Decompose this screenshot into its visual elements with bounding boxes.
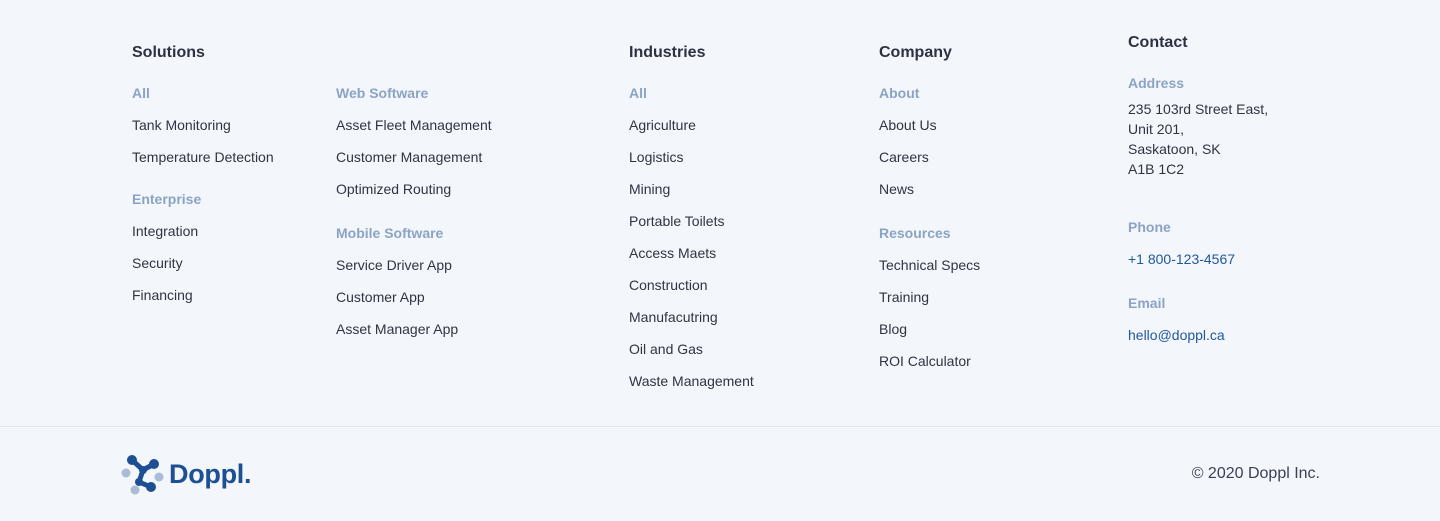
company-link-about-us[interactable]: About Us — [879, 116, 937, 134]
industries-link-access-maets[interactable]: Access Maets — [629, 244, 716, 262]
contact-address-line: Unit 201, — [1128, 121, 1185, 137]
solutions-link-customer-app[interactable]: Customer App — [336, 288, 425, 306]
solutions-heading: Solutions — [132, 44, 205, 61]
doppl-logo[interactable]: Doppl. — [121, 453, 251, 495]
industries-link-oil-and-gas[interactable]: Oil and Gas — [629, 340, 703, 358]
company-resources-label[interactable]: Resources — [879, 224, 951, 242]
doppl-logo-icon — [121, 455, 164, 495]
contact-phone-label: Phone — [1128, 219, 1171, 235]
company-heading: Company — [879, 44, 952, 61]
solutions-link-customer-management[interactable]: Customer Management — [336, 148, 482, 166]
solutions-web-software-label[interactable]: Web Software — [336, 84, 428, 102]
contact-email-link[interactable]: hello@doppl.ca — [1128, 326, 1225, 344]
contact-address-line: Saskatoon, SK — [1128, 141, 1221, 157]
solutions-link-asset-manager-app[interactable]: Asset Manager App — [336, 320, 458, 338]
solutions-enterprise-label[interactable]: Enterprise — [132, 190, 201, 208]
industries-link-mining[interactable]: Mining — [629, 180, 670, 198]
contact-address-label: Address — [1128, 75, 1185, 91]
solutions-link-asset-fleet-management[interactable]: Asset Fleet Management — [336, 116, 492, 134]
solutions-link-security[interactable]: Security — [132, 254, 183, 272]
contact-address-line: A1B 1C2 — [1128, 161, 1185, 177]
company-link-careers[interactable]: Careers — [879, 148, 929, 166]
solutions-all-label[interactable]: All — [132, 84, 150, 102]
solutions-link-financing[interactable]: Financing — [132, 286, 193, 304]
industries-heading: Industries — [629, 44, 706, 61]
solutions-link-optimized-routing[interactable]: Optimized Routing — [336, 180, 451, 198]
solutions-mobile-software-label[interactable]: Mobile Software — [336, 224, 443, 242]
industries-all-label[interactable]: All — [629, 84, 647, 102]
contact-email-label: Email — [1128, 295, 1166, 311]
solutions-link-service-driver-app[interactable]: Service Driver App — [336, 256, 452, 274]
industries-link-construction[interactable]: Construction — [629, 276, 708, 294]
solutions-link-integration[interactable]: Integration — [132, 222, 198, 240]
contact-address-line: 235 103rd Street East, — [1128, 101, 1269, 117]
copyright-text: © 2020 Doppl Inc. — [1191, 465, 1320, 482]
industries-link-logistics[interactable]: Logistics — [629, 148, 683, 166]
contact-phone-link[interactable]: +1 800-123-4567 — [1128, 250, 1235, 268]
company-link-technical-specs[interactable]: Technical Specs — [879, 256, 980, 274]
company-link-roi-calculator[interactable]: ROI Calculator — [879, 352, 971, 370]
industries-link-waste-management[interactable]: Waste Management — [629, 372, 754, 390]
industries-link-manufacturing[interactable]: Manufacutring — [629, 308, 718, 326]
company-link-blog[interactable]: Blog — [879, 320, 907, 338]
industries-link-portable-toilets[interactable]: Portable Toilets — [629, 212, 724, 230]
solutions-link-temperature-detection[interactable]: Temperature Detection — [132, 148, 274, 166]
contact-heading: Contact — [1128, 34, 1188, 51]
company-link-training[interactable]: Training — [879, 288, 929, 306]
company-about-label[interactable]: About — [879, 84, 919, 102]
company-link-news[interactable]: News — [879, 180, 914, 198]
industries-link-agriculture[interactable]: Agriculture — [629, 116, 696, 134]
site-footer: Solutions All Tank Monitoring Temperatur… — [0, 0, 1440, 521]
logo-wordmark: Doppl. — [169, 459, 252, 489]
footer-divider — [0, 426, 1440, 427]
solutions-link-tank-monitoring[interactable]: Tank Monitoring — [132, 116, 231, 134]
